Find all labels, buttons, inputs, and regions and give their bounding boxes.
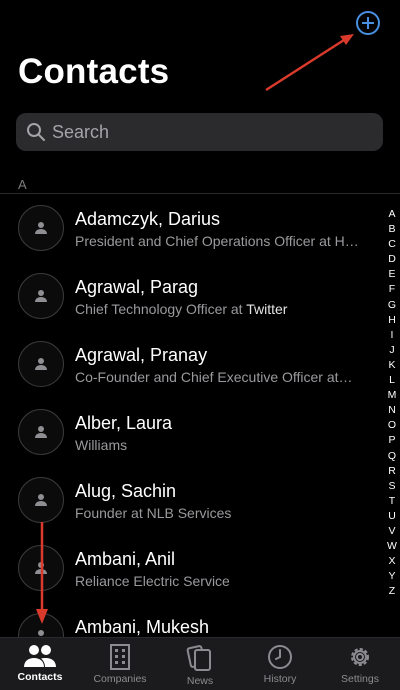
contact-row[interactable]: Agrawal, Pranay Co-Founder and Chief Exe… bbox=[0, 330, 380, 398]
contact-name: Alber, Laura bbox=[75, 413, 173, 433]
search-input[interactable] bbox=[52, 121, 352, 143]
index-letter[interactable]: U bbox=[388, 509, 396, 524]
person-icon bbox=[35, 426, 47, 438]
search-icon bbox=[27, 123, 45, 141]
tab-contacts[interactable]: Contacts bbox=[0, 638, 80, 690]
contact-name: Ambani, Anil bbox=[75, 549, 176, 569]
contact-subtitle: President and Chief Operations Officer a… bbox=[75, 233, 359, 249]
tab-label: Companies bbox=[93, 673, 147, 685]
news-icon bbox=[186, 645, 211, 671]
contact-row[interactable]: Alug, Sachin Founder at NLB Services bbox=[0, 466, 380, 534]
index-letter[interactable]: L bbox=[389, 373, 395, 388]
index-letter[interactable]: P bbox=[388, 433, 395, 448]
index-letter[interactable]: S bbox=[388, 479, 395, 494]
index-letter[interactable]: Q bbox=[388, 449, 396, 464]
index-letter[interactable]: D bbox=[388, 252, 396, 267]
contact-role: Chief Technology Officer at bbox=[75, 301, 247, 317]
index-letter[interactable]: R bbox=[388, 464, 396, 479]
index-letter[interactable]: H bbox=[388, 313, 396, 328]
index-letter[interactable]: F bbox=[389, 282, 395, 297]
index-letter[interactable]: W bbox=[387, 539, 397, 554]
index-letter[interactable]: K bbox=[388, 358, 395, 373]
contact-row[interactable]: Adamczyk, Darius President and Chief Ope… bbox=[0, 194, 380, 262]
people-icon bbox=[24, 645, 56, 667]
contact-subtitle: Co-Founder and Chief Executive Officer a… bbox=[75, 369, 353, 385]
contact-row[interactable]: Ambani, Anil Reliance Electric Service bbox=[0, 534, 380, 602]
tab-bar: Contacts Companies News History Settings bbox=[0, 637, 400, 690]
contact-name: Agrawal, Pranay bbox=[75, 345, 208, 365]
person-icon bbox=[35, 290, 47, 302]
index-letter[interactable]: G bbox=[388, 298, 396, 313]
building-icon bbox=[110, 644, 130, 670]
index-letter[interactable]: B bbox=[388, 222, 395, 237]
index-letter[interactable]: V bbox=[388, 524, 395, 539]
index-letter[interactable]: C bbox=[388, 237, 396, 252]
contact-name: Adamczyk, Darius bbox=[75, 209, 221, 229]
index-letter[interactable]: Z bbox=[389, 584, 395, 599]
tab-news[interactable]: News bbox=[160, 638, 240, 690]
tab-history[interactable]: History bbox=[240, 638, 320, 690]
contact-subtitle: Williams bbox=[75, 437, 128, 453]
avatar bbox=[18, 341, 64, 387]
gear-icon bbox=[351, 648, 369, 666]
avatar bbox=[18, 409, 64, 455]
add-contact-button[interactable] bbox=[356, 11, 380, 35]
tab-label: Settings bbox=[341, 673, 379, 685]
contact-name: Alug, Sachin bbox=[75, 481, 177, 501]
index-letter[interactable]: I bbox=[391, 328, 394, 343]
tab-label: Contacts bbox=[17, 671, 63, 683]
index-letter[interactable]: J bbox=[389, 343, 394, 358]
clock-icon bbox=[268, 645, 292, 669]
contact-subtitle: Founder at NLB Services bbox=[75, 505, 232, 521]
avatar bbox=[18, 545, 64, 591]
avatar bbox=[18, 477, 64, 523]
index-letter[interactable]: T bbox=[389, 494, 395, 509]
contact-row[interactable]: Alber, Laura Williams bbox=[0, 398, 380, 466]
index-letter[interactable]: Y bbox=[388, 569, 395, 584]
arrow-to-add-button bbox=[265, 34, 354, 92]
avatar bbox=[18, 273, 64, 319]
index-letter[interactable]: M bbox=[388, 388, 397, 403]
page-title: Contacts bbox=[18, 52, 170, 91]
tab-settings[interactable]: Settings bbox=[320, 638, 400, 690]
contact-subtitle: Reliance Electric Service bbox=[75, 573, 230, 589]
contact-list: Adamczyk, Darius President and Chief Ope… bbox=[0, 194, 380, 670]
index-letter[interactable]: A bbox=[388, 207, 395, 222]
tab-companies[interactable]: Companies bbox=[80, 638, 160, 690]
person-icon bbox=[35, 222, 47, 234]
person-icon bbox=[35, 494, 47, 506]
section-header: A bbox=[18, 177, 27, 192]
contact-name: Agrawal, Parag bbox=[75, 277, 199, 297]
index-letter[interactable]: E bbox=[388, 267, 395, 282]
avatar bbox=[18, 205, 64, 251]
tab-label: News bbox=[186, 675, 214, 687]
index-letter[interactable]: X bbox=[388, 554, 395, 569]
contact-row[interactable]: Agrawal, Parag Chief Technology Officer … bbox=[0, 262, 380, 330]
contact-name: Ambani, Mukesh bbox=[75, 617, 210, 637]
index-letter[interactable]: O bbox=[388, 418, 396, 433]
tab-label: History bbox=[263, 673, 297, 685]
index-letter[interactable]: N bbox=[388, 403, 396, 418]
person-icon bbox=[35, 358, 47, 370]
contact-subtitle: Chief Technology Officer at Twitter bbox=[75, 301, 371, 317]
search-bar[interactable] bbox=[16, 113, 383, 151]
alphabet-index[interactable]: A B C D E F G H I J K L M N O P Q R S T … bbox=[385, 207, 399, 599]
contact-company: Twitter bbox=[246, 301, 288, 317]
person-icon bbox=[35, 562, 47, 574]
